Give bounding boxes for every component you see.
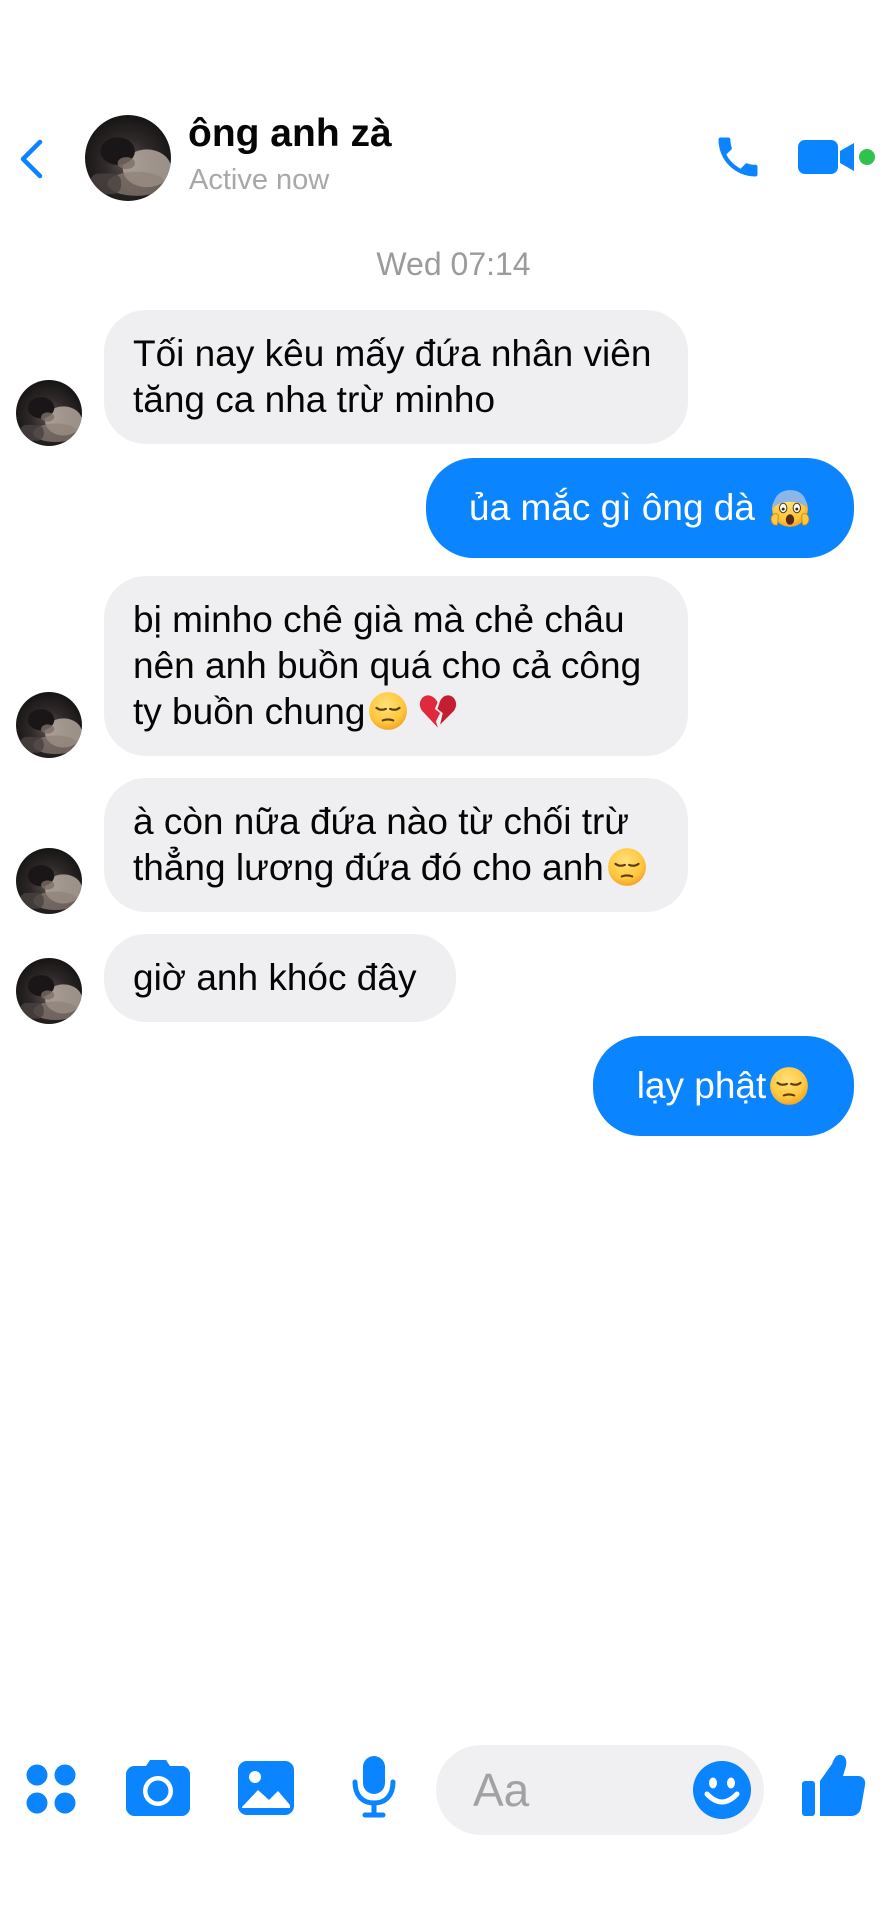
photo-gallery-icon[interactable] [238,1761,294,1815]
outgoing-message-bubble[interactable]: ủa mắc gì ông dà [426,458,854,558]
message-line: giờ anh khóc đây [133,957,417,998]
pensive-face-emoji [769,1066,810,1106]
chevron-left-icon[interactable] [14,134,48,184]
face-screaming-in-fear-emoji [770,489,810,528]
message-line-with-emoji: ty buồn chung [133,689,659,735]
message-line: bị minho chê già mà chẻ châu [133,599,625,640]
contact-avatar[interactable] [85,115,171,201]
smiley-face-icon[interactable] [692,1760,752,1820]
conversation-header: ông anh zà Active now [0,0,887,215]
message-line: thẳng lương đứa đó cho anh [133,847,604,888]
camera-icon[interactable] [126,1760,190,1816]
message-line-with-emoji: thẳng lương đứa đó cho anh [133,845,659,891]
message-composer [0,1718,887,1920]
active-status-dot [859,149,875,165]
contact-status: Active now [189,164,330,196]
sender-avatar[interactable] [16,958,82,1024]
message-line: ủa mắc gì ông dà [469,487,755,528]
incoming-message-bubble[interactable]: giờ anh khóc đây [104,934,456,1022]
phone-icon[interactable] [712,131,764,183]
message-line: tăng ca nha trừ minho [133,379,496,420]
message-timestamp: Wed 07:14 [376,246,531,282]
pensive-face-emoji [606,847,647,887]
message-line: ty buồn chung [133,691,366,732]
broken-heart-emoji [420,695,457,728]
pensive-face-emoji [368,691,409,731]
four-dots-icon[interactable] [24,1762,78,1816]
message-line: à còn nữa đứa nào từ chối trừ [133,801,630,842]
incoming-message-bubble[interactable]: à còn nữa đứa nào từ chối trừ thẳng lươn… [104,778,688,912]
contact-name[interactable]: ông anh zà [188,112,392,156]
message-input-placeholder: Aa [473,1764,530,1816]
incoming-message-bubble[interactable]: bị minho chê già mà chẻ châu nên anh buồ… [104,576,688,756]
video-camera-icon[interactable] [798,138,860,176]
sender-avatar[interactable] [16,848,82,914]
message-line: Tối nay kêu mấy đứa nhân viên [133,333,652,374]
sender-avatar[interactable] [16,692,82,758]
incoming-message-bubble[interactable]: Tối nay kêu mấy đứa nhân viên tăng ca nh… [104,310,688,444]
message-line: lạy phật [636,1065,767,1106]
sender-avatar[interactable] [16,380,82,446]
message-line: nên anh buồn quá cho cả công [133,645,642,686]
outgoing-message-bubble[interactable]: lạy phật [593,1036,854,1136]
microphone-icon[interactable] [352,1756,396,1818]
thumbs-up-icon[interactable] [802,1754,866,1818]
